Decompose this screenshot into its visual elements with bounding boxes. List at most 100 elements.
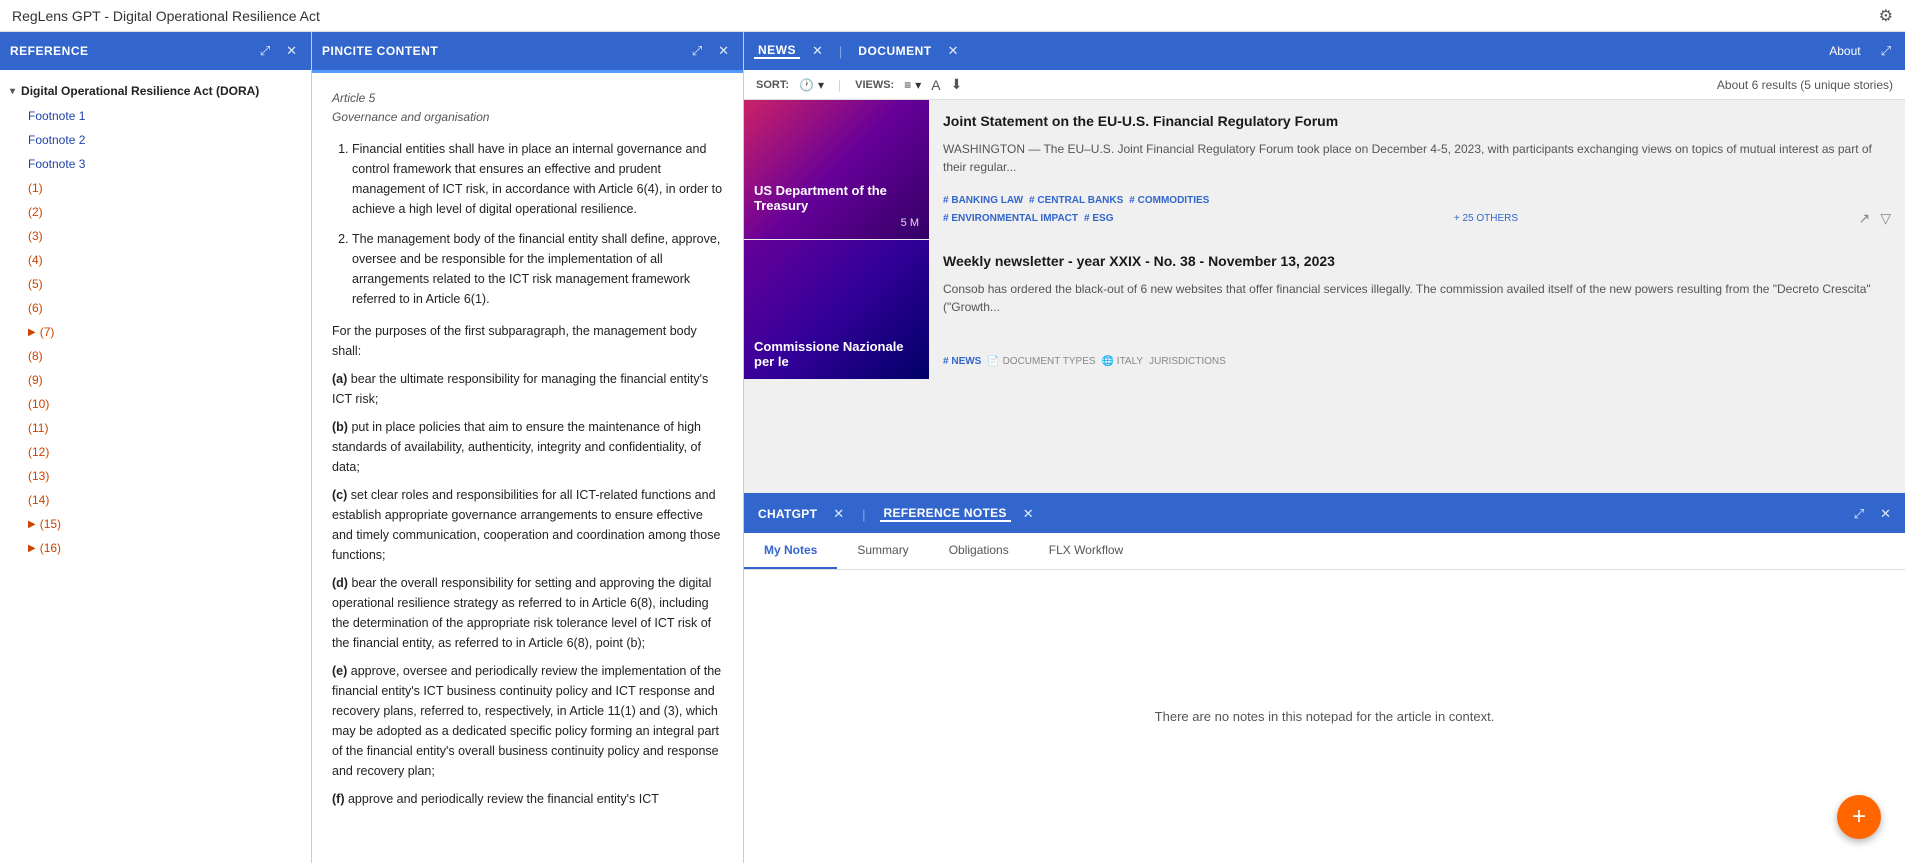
jurisdictions-label: JURISDICTIONS bbox=[1149, 356, 1226, 367]
news-title-1: Joint Statement on the EU-U.S. Financial… bbox=[943, 112, 1891, 132]
bottom-close-btn[interactable]: ✕ bbox=[1876, 504, 1895, 524]
notes-tabs: My Notes Summary Obligations FLX Workflo… bbox=[744, 533, 1905, 570]
ref-notes-tab[interactable]: REFERENCE NOTES bbox=[880, 506, 1011, 522]
settings-icon[interactable]: ⚙ bbox=[1879, 6, 1893, 26]
ref-item-footnote2[interactable]: Footnote 2 bbox=[0, 128, 311, 152]
pincite-subpara-b: (b) put in place policies that aim to en… bbox=[332, 417, 723, 477]
ref-item-16[interactable]: ▶ (16) bbox=[0, 536, 311, 560]
chevron-right-icon: ▶ bbox=[28, 327, 36, 338]
ref-group-label: Digital Operational Resilience Act (DORA… bbox=[21, 84, 259, 98]
news-tag-env-impact[interactable]: ENVIRONMENTAL IMPACT bbox=[943, 213, 1078, 224]
ref-items-list: Footnote 1 Footnote 2 Footnote 3 (1) (2)… bbox=[0, 104, 311, 560]
news-thumbnail-2: Commissione Nazionale per le bbox=[744, 240, 929, 379]
news-tag-central-banks[interactable]: CENTRAL BANKS bbox=[1029, 195, 1123, 206]
news-expand-btn[interactable]: ⤢ bbox=[1877, 41, 1895, 61]
download-btn[interactable]: ⬇ bbox=[951, 76, 963, 93]
news-body-2: Weekly newsletter - year XXIX - No. 38 -… bbox=[929, 240, 1905, 379]
pincite-subpara-d: (d) bear the overall responsibility for … bbox=[332, 573, 723, 653]
clock-icon: 🕐 bbox=[799, 78, 814, 92]
ref-item-2[interactable]: (2) bbox=[0, 200, 311, 224]
reference-header-actions: ⤢ ✕ bbox=[256, 41, 301, 61]
ref-item-13[interactable]: (13) bbox=[0, 464, 311, 488]
news-thumb-label-2: Commissione Nazionale per le bbox=[754, 339, 919, 369]
news-tag-news[interactable]: NEWS bbox=[943, 356, 981, 367]
bottom-tab-sep: | bbox=[862, 507, 865, 522]
ref-item-4[interactable]: (4) bbox=[0, 248, 311, 272]
flx-workflow-tab[interactable]: FLX Workflow bbox=[1029, 533, 1143, 569]
pincite-close-btn[interactable]: ✕ bbox=[714, 41, 733, 61]
ref-item-15[interactable]: ▶ (15) bbox=[0, 512, 311, 536]
fab-button[interactable]: + bbox=[1837, 795, 1881, 839]
list-icon: ≡ bbox=[904, 78, 911, 92]
ref-item-5[interactable]: (5) bbox=[0, 272, 311, 296]
about-tab[interactable]: About bbox=[1821, 40, 1868, 62]
sort-label: SORT: bbox=[756, 79, 789, 91]
news-toolbar: SORT: 🕐 ▾ | VIEWS: ≡ ▾ A ⬇ About 6 resul… bbox=[744, 70, 1905, 100]
reference-panel: REFERENCE ⤢ ✕ ▾ Digital Operational Resi… bbox=[0, 32, 312, 863]
ref-item-footnote1[interactable]: Footnote 1 bbox=[0, 104, 311, 128]
ref-item-1[interactable]: (1) bbox=[0, 176, 311, 200]
ref-item-6[interactable]: (6) bbox=[0, 296, 311, 320]
reference-close-btn[interactable]: ✕ bbox=[282, 41, 301, 61]
bottom-expand-btn[interactable]: ⤢ bbox=[1850, 504, 1868, 524]
chevron-right-icon-16: ▶ bbox=[28, 543, 36, 554]
pincite-content-area: Article 5 Governance and organisation Fi… bbox=[312, 73, 743, 863]
chatgpt-tab-close-btn[interactable]: ✕ bbox=[829, 504, 848, 524]
news-tab-close-btn[interactable]: ✕ bbox=[808, 41, 827, 61]
bottom-panel-header: CHATGPT ✕ | REFERENCE NOTES ✕ ⤢ ✕ bbox=[744, 495, 1905, 533]
pincite-panel-title: PINCITE CONTENT bbox=[322, 44, 680, 58]
pincite-article-header: Article 5 Governance and organisation bbox=[332, 89, 723, 127]
sort-select[interactable]: 🕐 ▾ bbox=[799, 78, 824, 92]
pincite-panel: PINCITE CONTENT ⤢ ✕ Article 5 Governance… bbox=[312, 32, 744, 863]
ref-group-header[interactable]: ▾ Digital Operational Resilience Act (DO… bbox=[0, 78, 311, 104]
pincite-subpara-e: (e) approve, oversee and periodically re… bbox=[332, 661, 723, 781]
news-body-1: Joint Statement on the EU-U.S. Financial… bbox=[929, 100, 1905, 239]
pincite-para-2: The management body of the financial ent… bbox=[352, 229, 723, 309]
chatgpt-tab[interactable]: CHATGPT bbox=[754, 507, 821, 521]
doc-types-label: 📄 DOCUMENT TYPES bbox=[987, 356, 1095, 367]
summary-tab[interactable]: Summary bbox=[837, 533, 928, 569]
ref-item-14[interactable]: (14) bbox=[0, 488, 311, 512]
news-thumbnail-inner-2: Commissione Nazionale per le bbox=[744, 240, 929, 379]
ref-item-12[interactable]: (12) bbox=[0, 440, 311, 464]
pincite-expand-btn[interactable]: ⤢ bbox=[688, 41, 706, 61]
ref-notes-close-btn[interactable]: ✕ bbox=[1019, 504, 1038, 524]
news-tab[interactable]: NEWS bbox=[754, 43, 800, 59]
translate-btn[interactable]: A bbox=[931, 77, 940, 93]
ref-item-7[interactable]: ▶ (7) bbox=[0, 320, 311, 344]
pincite-ordered-list: Financial entities shall have in place a… bbox=[332, 139, 723, 309]
ref-item-11[interactable]: (11) bbox=[0, 416, 311, 440]
ref-item-8[interactable]: (8) bbox=[0, 344, 311, 368]
chevron-right-icon-15: ▶ bbox=[28, 519, 36, 530]
pincite-para-1: Financial entities shall have in place a… bbox=[352, 139, 723, 219]
pincite-subpara-f: (f) approve and periodically review the … bbox=[332, 789, 723, 809]
reference-panel-header: REFERENCE ⤢ ✕ bbox=[0, 32, 311, 70]
fab-icon: + bbox=[1852, 803, 1866, 831]
news-item-actions: ↗ ▽ bbox=[1858, 210, 1891, 227]
news-item-2[interactable]: Commissione Nazionale per le Weekly news… bbox=[744, 240, 1905, 380]
ref-item-footnote3[interactable]: Footnote 3 bbox=[0, 152, 311, 176]
views-chevron-icon: ▾ bbox=[915, 78, 921, 92]
document-tab[interactable]: DOCUMENT bbox=[854, 44, 935, 58]
news-tag-more-1[interactable]: + 25 OTHERS bbox=[1454, 213, 1518, 224]
reference-panel-title: REFERENCE bbox=[10, 44, 248, 58]
share-icon[interactable]: ↗ bbox=[1858, 210, 1870, 227]
news-panel: NEWS ✕ | DOCUMENT ✕ About ⤢ SORT: 🕐 ▾ | … bbox=[744, 32, 1905, 493]
reference-expand-btn[interactable]: ⤢ bbox=[256, 41, 274, 61]
ref-item-10[interactable]: (10) bbox=[0, 392, 311, 416]
result-count: About 6 results (5 unique stories) bbox=[1717, 78, 1893, 92]
views-select[interactable]: ≡ ▾ bbox=[904, 78, 921, 92]
my-notes-tab[interactable]: My Notes bbox=[744, 533, 837, 569]
ref-item-3[interactable]: (3) bbox=[0, 224, 311, 248]
document-tab-close-btn[interactable]: ✕ bbox=[944, 41, 963, 61]
news-tag-esg[interactable]: ESG bbox=[1084, 213, 1113, 224]
news-tag-commodities[interactable]: COMMODITIES bbox=[1129, 195, 1209, 206]
ref-item-9[interactable]: (9) bbox=[0, 368, 311, 392]
news-summary-2: Consob has ordered the black-out of 6 ne… bbox=[943, 280, 1891, 348]
news-tag-banking-law[interactable]: BANKING LAW bbox=[943, 195, 1023, 206]
news-item-1[interactable]: US Department of the Treasury 5 M Joint … bbox=[744, 100, 1905, 240]
obligations-tab[interactable]: Obligations bbox=[929, 533, 1029, 569]
main-layout: REFERENCE ⤢ ✕ ▾ Digital Operational Resi… bbox=[0, 32, 1905, 863]
toolbar-divider-1: | bbox=[838, 78, 841, 92]
filter-icon[interactable]: ▽ bbox=[1880, 210, 1891, 227]
